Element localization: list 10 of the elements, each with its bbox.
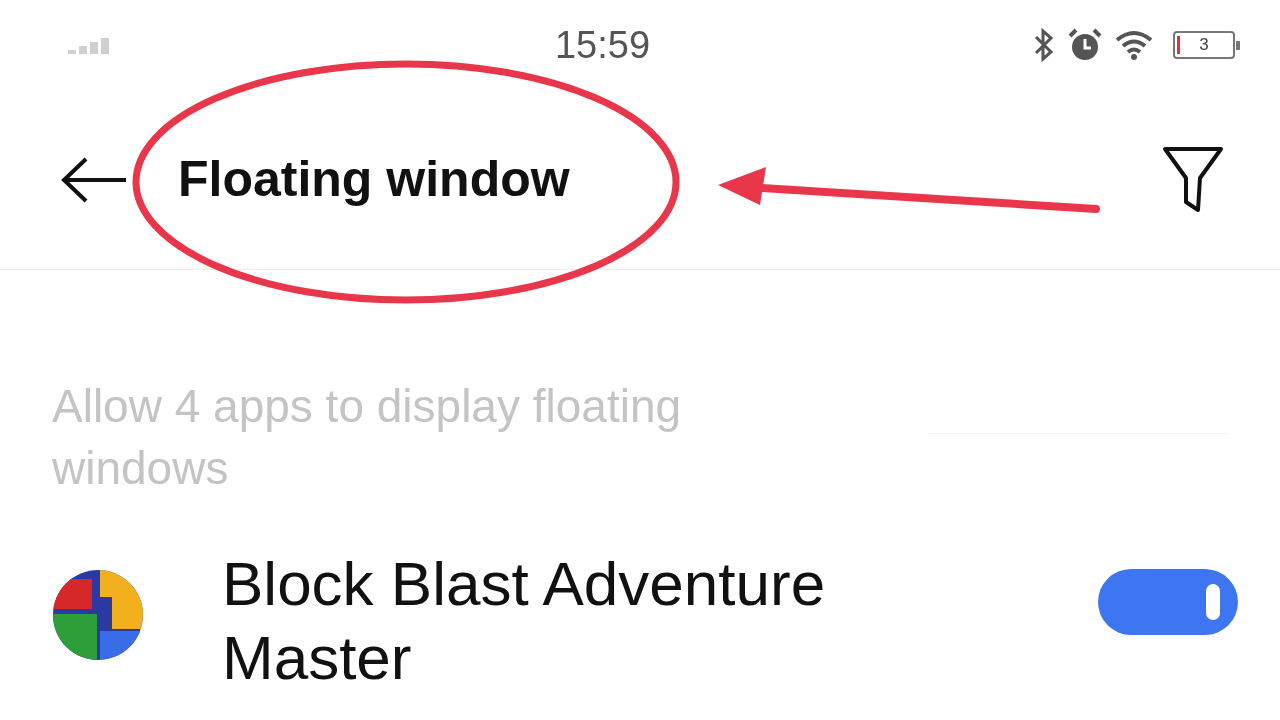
alarm-icon <box>1067 28 1103 62</box>
wifi-icon <box>1115 30 1153 60</box>
description: Allow 4 apps to display floating windows <box>52 379 683 496</box>
clock: 15:59 <box>554 22 651 68</box>
battery-level: 3 <box>1199 35 1209 55</box>
page-title: Floating window <box>178 150 570 209</box>
app-name: Block Blast Adventure Master <box>222 548 827 694</box>
filter-button[interactable] <box>1161 144 1225 215</box>
bluetooth-icon <box>1033 28 1055 62</box>
signal-icon <box>68 36 112 54</box>
